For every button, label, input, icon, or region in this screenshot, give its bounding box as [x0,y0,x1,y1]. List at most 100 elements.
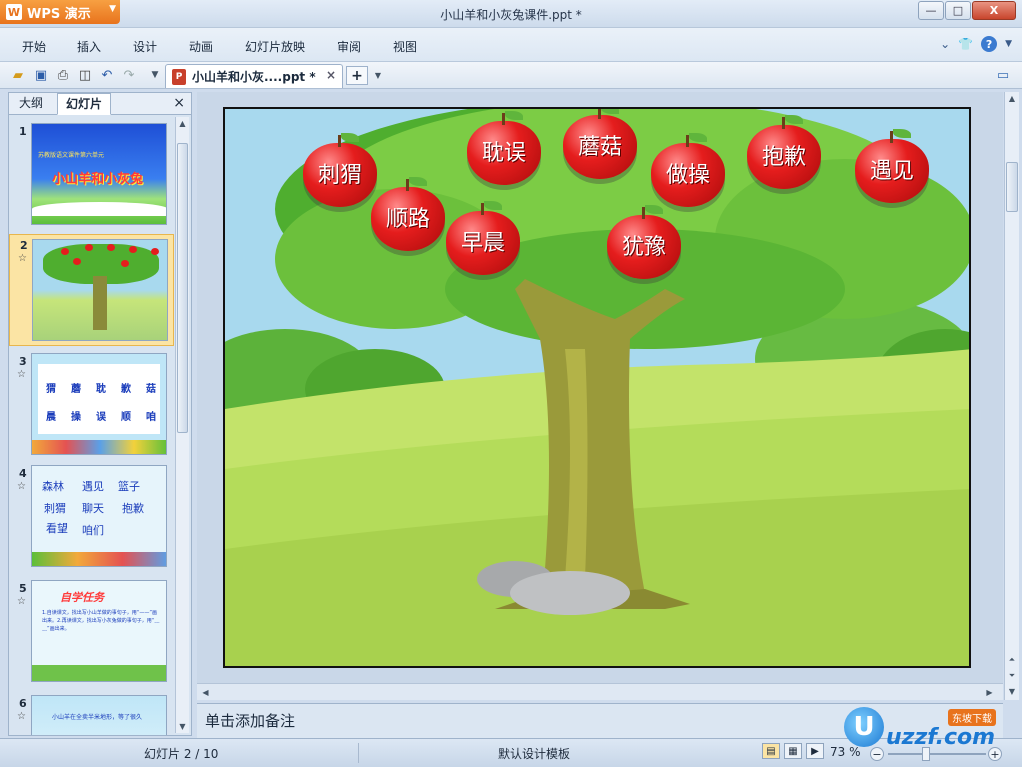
apple-dot [61,248,69,255]
word-row: 晨操误顺咱 [46,408,156,423]
scroll-up-icon[interactable]: ▲ [176,117,189,130]
word: 看望 [46,522,68,535]
cloud-shape [32,202,166,216]
slide-5-heading: 自学任务 [60,591,104,604]
save-icon[interactable]: ▣ [32,66,50,84]
scroll-thumb[interactable] [177,143,188,433]
undo-icon[interactable]: ↶ [98,66,116,84]
uzzf-logo-icon: U [844,707,884,747]
menu-view[interactable]: 视图 [393,38,417,55]
slide-horizontal-scrollbar[interactable]: ◀ ▶ [197,683,1003,700]
menu-insert[interactable]: 插入 [77,38,101,55]
apple-word-5[interactable]: 蘑菇 [563,109,637,179]
apple-word-1[interactable]: 刺猬 [303,133,377,207]
leaf-icon [785,115,803,124]
menu-animation[interactable]: 动画 [189,38,213,55]
print-preview-icon[interactable]: ◫ [76,66,94,84]
maximize-button[interactable]: □ [945,1,971,20]
scroll-left-icon[interactable]: ◀ [199,686,212,698]
close-tab-icon[interactable]: × [326,68,336,82]
menu-design[interactable]: 设计 [133,38,157,55]
word: 操 [71,412,81,423]
scroll-down-icon[interactable]: ▼ [176,720,189,733]
document-tab-label: 小山羊和小灰....ppt * [192,70,316,84]
apple-word-3[interactable]: 早晨 [446,201,520,275]
slide-thumbnail-4[interactable]: 4 ☆ 森林 遇见 篮子 刺猬 聊天 抱歉 看望 咱们 [9,465,174,571]
redo-icon[interactable]: ↷ [120,66,138,84]
apple-word-4[interactable]: 耽误 [467,111,541,185]
animation-star-icon: ☆ [17,596,26,607]
slide-thumbnail-1[interactable]: 1 苏教版语文课件第六单元 小山羊和小灰兔 [9,123,174,229]
document-tab[interactable]: P 小山羊和小灰....ppt * × [165,64,343,88]
close-panel-icon[interactable]: × [173,95,185,111]
slide-thumbnail-panel: 大纲 幻灯片 × 1 苏教版语文课件第六单元 小山羊和小灰兔 2 ☆ 3 ☆ 猬… [8,92,192,736]
next-slide-icon[interactable]: ⏷ [1005,669,1019,682]
leaf-icon [484,201,502,210]
word: 误 [96,412,106,423]
current-slide[interactable]: 刺猬 顺路 早晨 耽误 蘑菇 做操 犹豫 抱歉 遇见 [223,107,971,668]
print-icon[interactable]: ⎙ [54,66,72,84]
word: 耽 [96,384,106,395]
animation-star-icon: ☆ [17,711,26,722]
apple-word-7[interactable]: 犹豫 [607,205,681,279]
help-icon[interactable]: ? [981,36,998,52]
thumbnail-scrollbar[interactable]: ▲ ▼ [175,117,189,733]
scroll-up-icon[interactable]: ▲ [1005,92,1019,105]
slide-thumbnail-5[interactable]: 5 ☆ 自学任务 1.自读课文，找出写小山羊做的事句子，用“——”画出来。2.再… [9,580,174,686]
slide-number: 4 [19,467,27,480]
slide-thumbnail-2[interactable]: 2 ☆ [9,234,174,346]
apple-word-9[interactable]: 遇见 [855,129,929,203]
help-dropdown-icon[interactable]: ▼ [1005,39,1012,49]
slide-vertical-scrollbar[interactable]: ▲ ⏶ ⏷ ▼ [1004,92,1019,700]
menu-home[interactable]: 开始 [22,38,46,55]
slideshow-view-icon[interactable]: ▶ [806,743,824,759]
template-name: 默认设计模板 [498,747,571,761]
flower-border [32,552,166,566]
apple-word-2[interactable]: 顺路 [371,177,445,251]
tab-outline[interactable]: 大纲 [11,93,51,115]
slide-thumbnail-6[interactable]: 6 ☆ 小山羊在全卖半米地形，等了很久 [9,695,174,735]
restore-layout-icon[interactable]: ▭ [994,66,1012,84]
word: 聊天 [82,502,104,515]
word: 猬 [46,384,56,395]
slide-1-preview: 苏教版语文课件第六单元 小山羊和小灰兔 [31,123,167,225]
slide-edit-area: 刺猬 顺路 早晨 耽误 蘑菇 做操 犹豫 抱歉 遇见 [197,92,1003,700]
scroll-right-icon[interactable]: ▶ [983,686,996,698]
minimize-button[interactable]: — [918,1,944,20]
scroll-down-icon[interactable]: ▼ [1005,685,1019,698]
animation-star-icon: ☆ [17,481,26,492]
slide-sorter-view-icon[interactable]: ▦ [784,743,802,759]
tab-slides[interactable]: 幻灯片 [57,93,112,115]
menu-review[interactable]: 审阅 [337,38,361,55]
open-folder-icon[interactable]: ▰ [9,66,27,84]
normal-view-icon[interactable]: ▤ [762,743,780,759]
previous-slide-icon[interactable]: ⏶ [1005,653,1019,666]
word: 菇 [146,384,156,395]
word: 顺 [121,412,131,423]
slide-thumbnail-3[interactable]: 3 ☆ 猬 蘑 耽 歉 菇 晨 操 误 顺 咱 [9,353,174,459]
slide-3-preview: 猬 蘑 耽 歉 菇 晨 操 误 顺 咱 [31,353,167,455]
word: 森林 [42,480,64,493]
word-row: 猬蘑耽歉菇 [46,380,156,395]
new-tab-button[interactable]: + [346,66,368,85]
skin-icon[interactable]: 👕 [958,37,973,51]
flower-border [32,440,166,454]
site-watermark: U 东坡下载 uzzf.com [838,703,1018,763]
word: 篮子 [118,480,140,493]
customize-dropdown-icon[interactable]: ▼ [146,66,164,84]
close-button[interactable]: X [972,1,1016,20]
chevron-down-icon[interactable]: ⌄ [940,37,950,51]
slide-number: 2 [20,239,28,252]
tab-list-dropdown-icon[interactable]: ▼ [369,66,387,84]
leaf-icon [893,129,911,138]
slide-2-preview [32,239,168,341]
apple-word-8[interactable]: 抱歉 [747,115,821,189]
scroll-thumb[interactable] [1006,162,1018,212]
tree-trunk-shape [93,276,107,330]
apple-word-6[interactable]: 做操 [651,133,725,207]
menu-slideshow[interactable]: 幻灯片放映 [245,38,305,55]
watermark-badge: 东坡下载 [948,709,996,726]
leaf-icon [505,111,523,120]
window-title: 小山羊和小灰兔课件.ppt * [440,8,582,22]
apple-label: 顺路 [385,207,430,232]
